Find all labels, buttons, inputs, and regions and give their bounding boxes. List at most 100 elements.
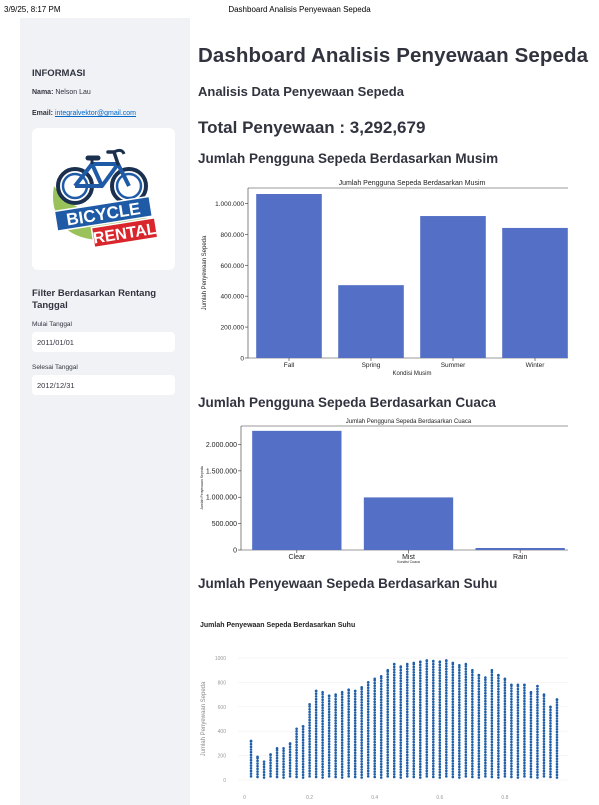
scatter-point (477, 760, 481, 763)
scatter-point (555, 776, 559, 779)
scatter-point (451, 746, 455, 749)
scatter-point (497, 738, 500, 742)
scatter-point (321, 690, 324, 694)
scatter-point (412, 684, 416, 687)
scatter-point (477, 709, 481, 712)
scatter-point (347, 713, 350, 716)
scatter-point (471, 724, 474, 728)
scatter-point (425, 758, 429, 762)
scatter-point (471, 754, 474, 757)
scatter-point (334, 732, 337, 736)
scatter-point (249, 739, 253, 743)
scatter-point (484, 676, 487, 679)
scatter-point (373, 764, 377, 768)
scatter-point (412, 668, 416, 671)
scatter-point (536, 690, 539, 693)
scatter-point (503, 734, 507, 738)
scatter-point (360, 701, 363, 704)
scatter-point (549, 721, 552, 725)
scatter-point (256, 767, 259, 771)
scatter-point (379, 773, 383, 777)
scatter-point (451, 743, 455, 747)
scatter-point (308, 753, 311, 757)
scatter-point (490, 724, 494, 728)
scatter-point (497, 698, 500, 702)
scatter-point (549, 754, 552, 757)
scatter-point (555, 709, 559, 712)
scatter-point (282, 757, 285, 761)
scatter-point (425, 667, 429, 671)
scatter-point (425, 697, 429, 700)
y-tick-label: 800.000 (221, 232, 245, 239)
scatter-point (412, 695, 416, 698)
scatter-point (516, 709, 520, 712)
scatter-point (490, 775, 494, 779)
scatter-point (464, 726, 468, 730)
scatter-point (490, 668, 494, 672)
scatter-point (392, 705, 396, 709)
scatter-point (477, 685, 481, 688)
scatter-point (503, 737, 507, 741)
email-link[interactable]: integralvektor@gmail.com (55, 110, 136, 117)
scatter-point (366, 764, 370, 767)
scatter-point (523, 691, 526, 695)
info-title: INFORMASI (32, 68, 86, 79)
scatter-point (438, 679, 442, 683)
scatter-point (418, 679, 422, 683)
scatter-point (360, 703, 363, 707)
scatter-point (510, 687, 513, 690)
scatter-point (412, 754, 416, 757)
scatter-point (412, 762, 416, 765)
scatter-point (353, 748, 357, 752)
scatter-point (353, 764, 357, 768)
scatter-point (405, 748, 409, 751)
scatter-point (418, 738, 422, 742)
scatter-point (353, 727, 357, 730)
scatter-point (405, 702, 409, 706)
scatter-point (412, 730, 416, 733)
scatter-point (536, 722, 539, 726)
scatter-point (373, 711, 377, 714)
scatter-point (510, 775, 513, 779)
scatter-point (425, 713, 429, 716)
scatter-point (327, 734, 331, 738)
scatter-point (510, 762, 513, 765)
scatter-point (458, 717, 461, 720)
scatter-point (366, 756, 370, 759)
scatter-point (373, 730, 377, 733)
scatter-point (431, 679, 435, 682)
start-date-input[interactable]: 2011/01/01 (32, 332, 175, 352)
scatter-point (327, 726, 331, 730)
sidebar: INFORMASI Nama: Nelson Lau Email: integr… (20, 18, 190, 805)
scatter-point (314, 732, 318, 736)
scatter-point (347, 729, 350, 733)
scatter-point (308, 764, 311, 767)
scatter-point (340, 741, 344, 744)
scatter-point (536, 693, 539, 696)
scatter-point (373, 703, 377, 706)
scatter-point (399, 746, 403, 750)
scatter-point (503, 705, 507, 708)
scatter-point (445, 742, 448, 746)
scatter-point (256, 770, 259, 773)
scatter-point (366, 721, 370, 724)
scatter-point (523, 737, 526, 741)
filter-title: Filter Berdasarkan Rentang Tanggal (32, 288, 157, 311)
scatter-point (295, 751, 298, 755)
scatter-point (438, 773, 442, 777)
scatter-point (497, 733, 500, 736)
scatter-point (301, 765, 305, 769)
scatter-point (386, 740, 390, 743)
scatter-point (464, 756, 468, 759)
end-date-input[interactable]: 2012/12/31 (32, 375, 175, 395)
scatter-point (327, 750, 331, 754)
scatter-point (412, 692, 416, 696)
scatter-point (445, 710, 448, 714)
scatter-point (477, 757, 481, 761)
scatter-point (360, 754, 363, 758)
scatter-point (269, 764, 272, 767)
scatter-point (412, 676, 416, 679)
scatter-point (412, 689, 416, 693)
scatter-point (340, 730, 344, 734)
scatter-point (249, 764, 253, 767)
